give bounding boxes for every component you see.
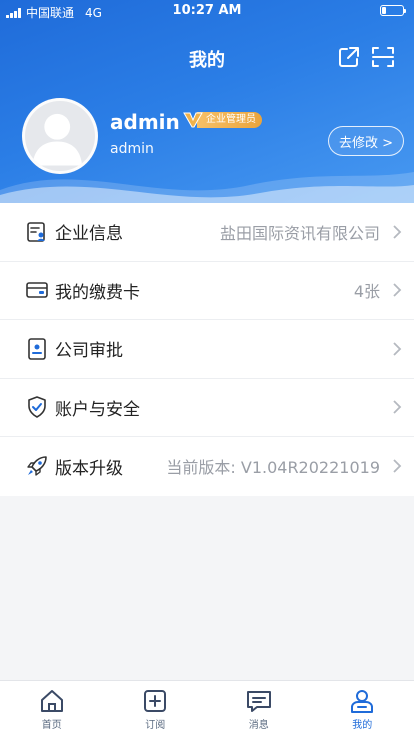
- profile-icon: [351, 690, 374, 713]
- tab-label: 我的: [352, 720, 373, 731]
- menu-item-label: 企业信息: [55, 224, 123, 245]
- edit-profile-label: 去修改 >: [338, 135, 393, 151]
- chevron-right-icon: [393, 342, 402, 356]
- chevron-right-icon: [393, 400, 402, 414]
- status-bar: 中国联通 4G 10:27 AM: [0, 0, 414, 22]
- share-icon[interactable]: [336, 44, 362, 70]
- settings-menu: 企业信息 盐田国际资讯有限公司 我的缴费卡 4张 公司审批 账户与安全 版本升级…: [0, 203, 414, 496]
- menu-item-payment-card[interactable]: 我的缴费卡 4张: [0, 262, 414, 320]
- battery-icon: [380, 5, 406, 16]
- card-icon: [26, 279, 48, 301]
- role-badge-label: 企业管理员: [197, 112, 262, 128]
- tab-profile[interactable]: 我的: [311, 681, 414, 736]
- menu-item-value: 盐田国际资讯有限公司: [219, 223, 380, 243]
- tab-home[interactable]: 首页: [0, 681, 104, 736]
- tab-messages[interactable]: 消息: [207, 681, 311, 736]
- scan-icon[interactable]: [370, 44, 396, 70]
- role-badge: 企业管理员: [183, 111, 262, 129]
- menu-item-label: 我的缴费卡: [55, 282, 140, 303]
- menu-item-label: 版本升级: [55, 458, 123, 479]
- edit-profile-button[interactable]: 去修改 >: [327, 126, 404, 156]
- profile-header: 中国联通 4G 10:27 AM 我的 admin 企业管理员 admin 去修…: [0, 0, 414, 215]
- profile-page: 中国联通 4G 10:27 AM 我的 admin 企业管理员 admin 去修…: [0, 0, 414, 736]
- tab-label: 消息: [248, 720, 269, 731]
- vip-v-icon: [183, 111, 203, 129]
- company-info-icon: [26, 221, 48, 243]
- chevron-right-icon: [393, 283, 402, 297]
- chevron-right-icon: [393, 225, 402, 239]
- menu-item-value: 当前版本: V1.04R20221019: [166, 458, 380, 478]
- tab-label: 订阅: [145, 720, 166, 731]
- menu-item-value: 4张: [353, 282, 380, 302]
- menu-item-account-security[interactable]: 账户与安全: [0, 379, 414, 437]
- menu-item-company-info[interactable]: 企业信息 盐田国际资讯有限公司: [0, 203, 414, 262]
- shield-icon: [26, 396, 48, 419]
- message-icon: [246, 691, 271, 712]
- avatar-placeholder-icon: [32, 113, 83, 166]
- subscribe-icon: [144, 690, 167, 712]
- tab-subscribe[interactable]: 订阅: [104, 681, 208, 736]
- bottom-tab-bar: 首页 订阅 消息 我的: [0, 680, 414, 736]
- title-bar: 我的: [0, 40, 414, 76]
- approval-icon: [26, 337, 48, 360]
- menu-item-label: 账户与安全: [55, 399, 140, 420]
- home-icon: [40, 690, 63, 712]
- tab-label: 首页: [41, 720, 62, 731]
- status-time: 10:27 AM: [172, 3, 242, 18]
- chevron-right-icon: [393, 459, 402, 473]
- menu-item-version-upgrade[interactable]: 版本升级 当前版本: V1.04R20221019: [0, 437, 414, 496]
- rocket-icon: [26, 455, 48, 477]
- menu-item-label: 公司审批: [55, 341, 123, 362]
- menu-item-company-approval[interactable]: 公司审批: [0, 320, 414, 379]
- account-name: admin: [110, 141, 154, 157]
- avatar[interactable]: [22, 98, 98, 174]
- user-name: admin: [110, 110, 180, 134]
